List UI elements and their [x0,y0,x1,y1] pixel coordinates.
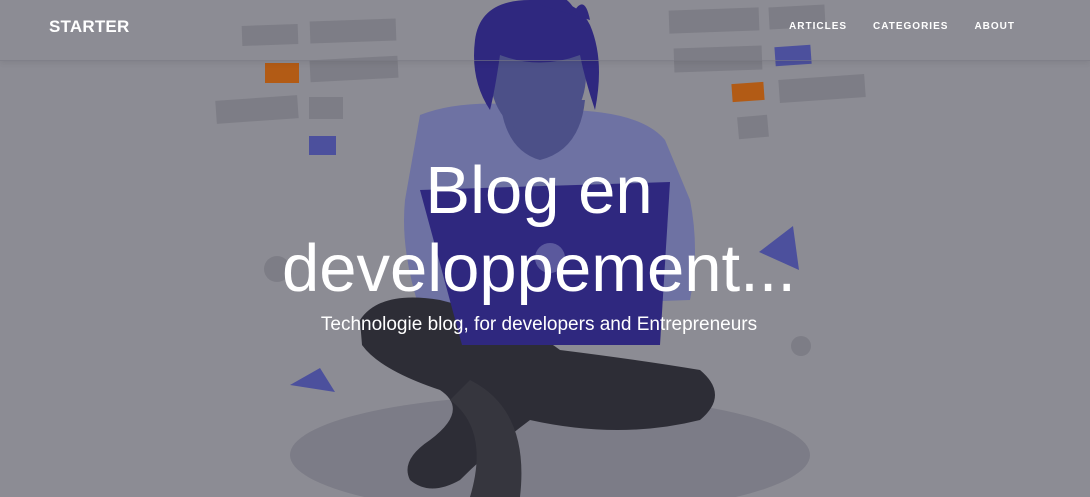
hero-title-line2: developpement... [281,231,796,306]
nav-menu: ARTICLES CATEGORIES ABOUT [789,21,1015,32]
brand-logo-link[interactable]: STARTER [49,17,129,37]
nav-link-categories[interactable]: CATEGORIES [873,21,948,32]
navbar: STARTER ARTICLES CATEGORIES ABOUT [0,0,1090,61]
hero-title: Blog en developpement... [0,152,1078,308]
nav-link-about[interactable]: ABOUT [974,21,1015,32]
hero-subtitle: Technologie blog, for developers and Ent… [320,314,758,335]
nav-link-articles[interactable]: ARTICLES [789,21,847,32]
hero-title-line1: Blog en [425,153,653,228]
